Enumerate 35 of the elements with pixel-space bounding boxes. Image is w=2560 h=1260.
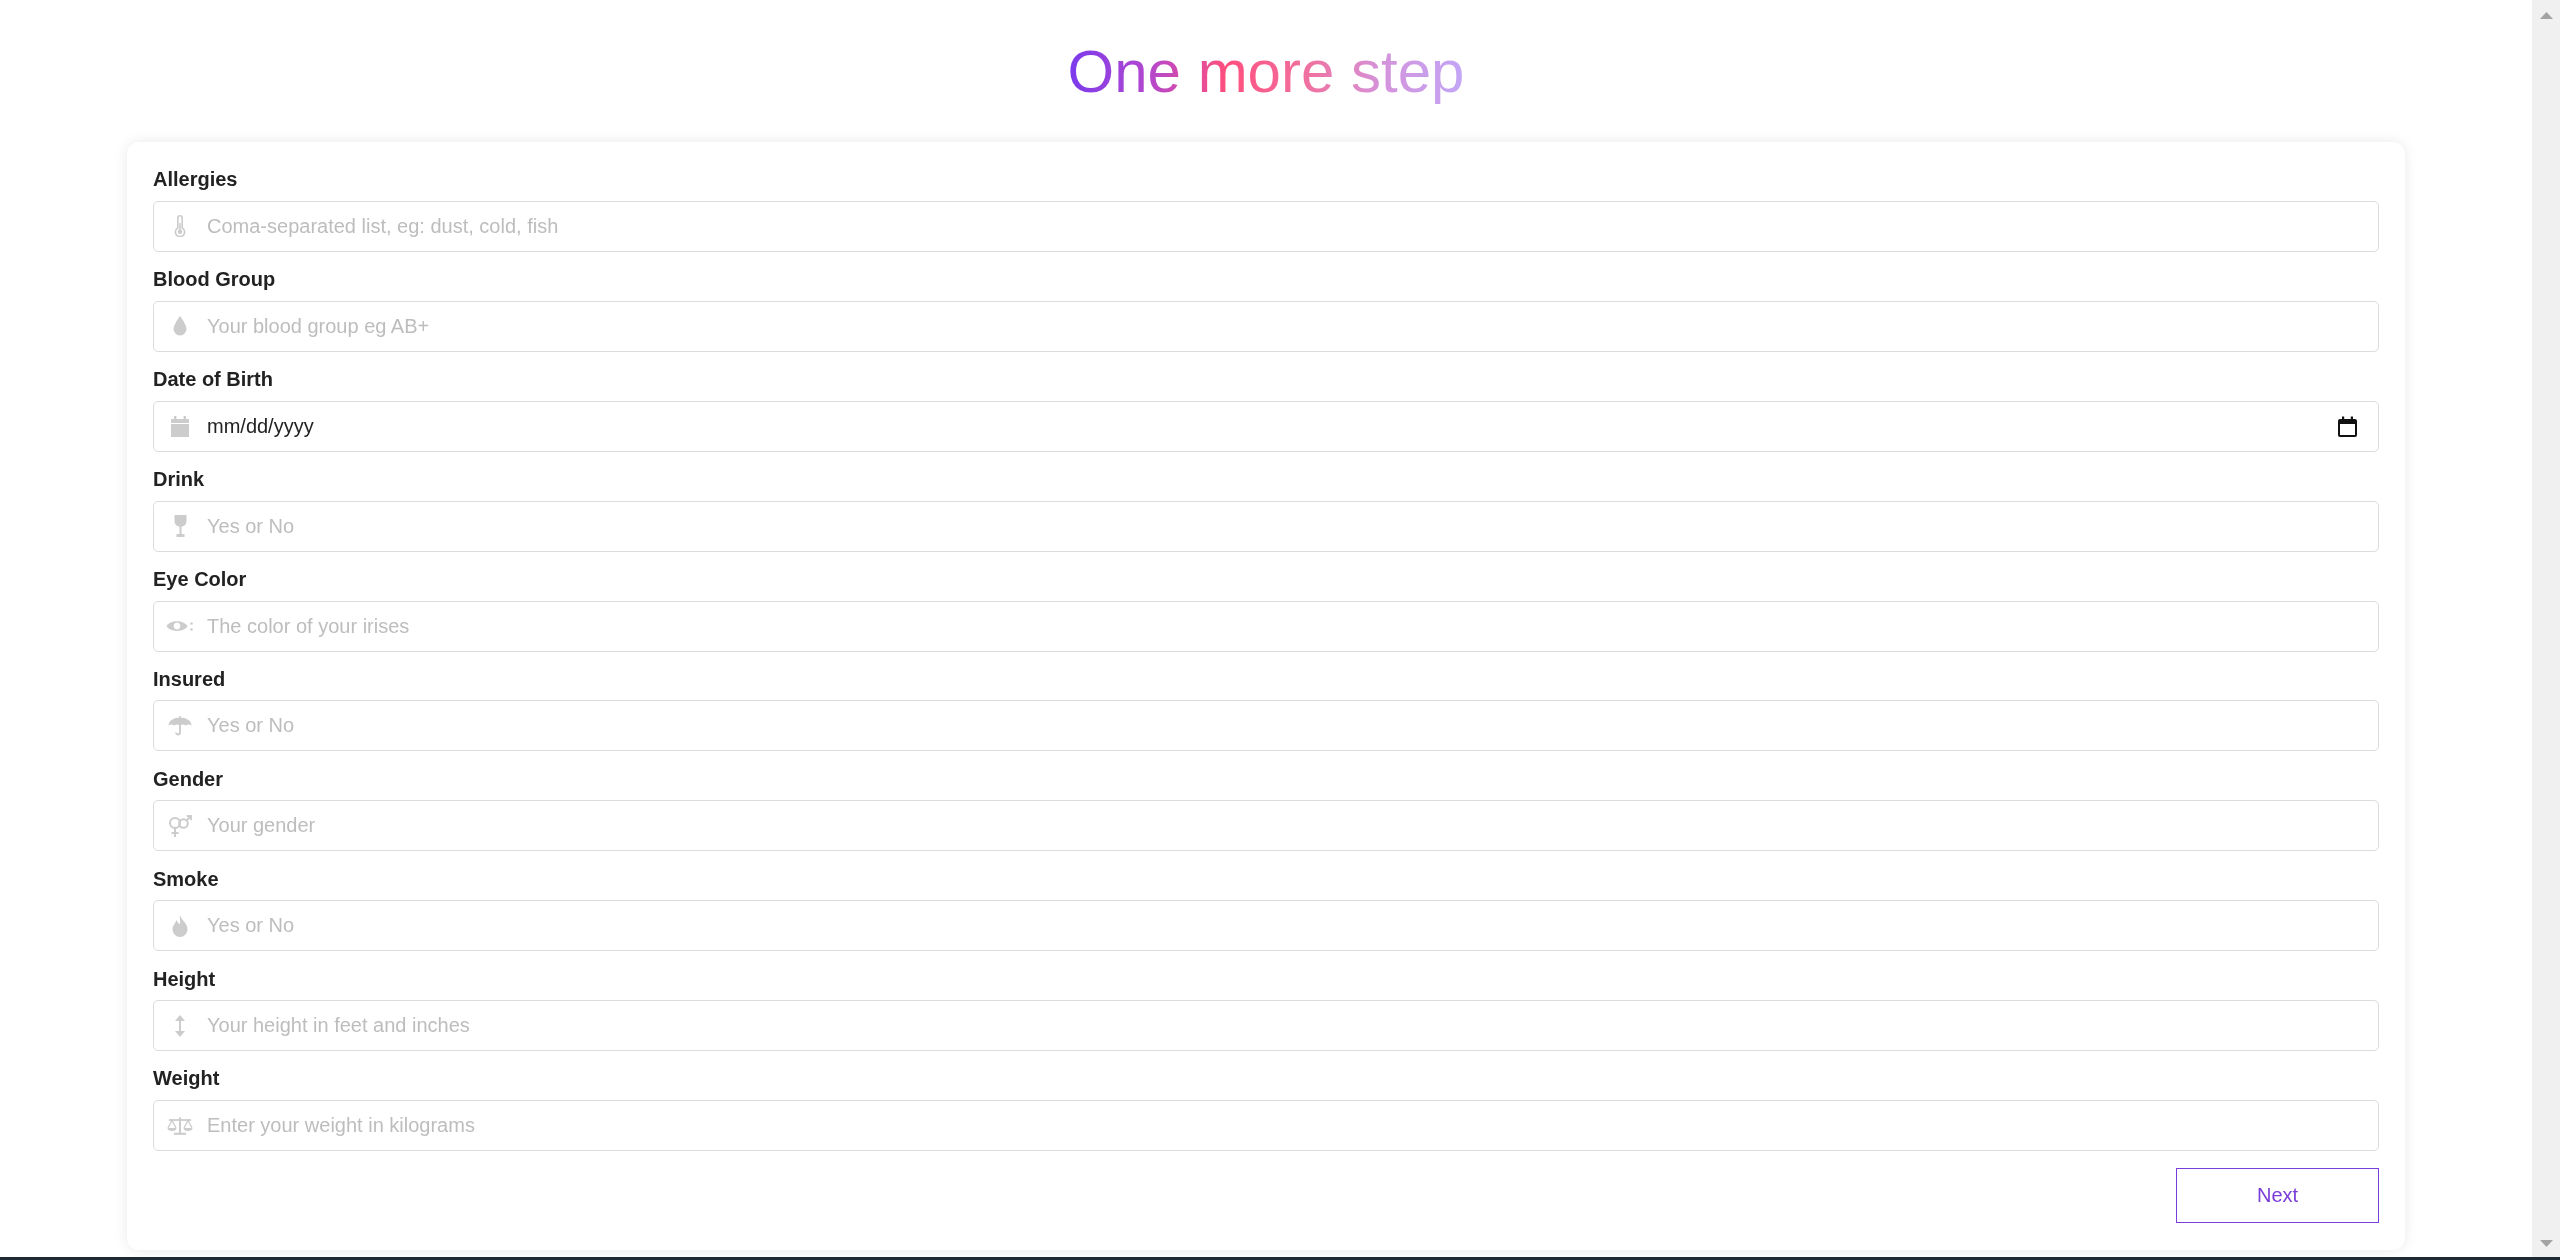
field-label: Date of Birth <box>153 367 273 393</box>
flame-icon <box>172 914 188 937</box>
text-field[interactable]: Yes or No <box>153 900 2379 952</box>
wine-glass-icon <box>173 515 187 538</box>
field-label: Drink <box>153 467 205 493</box>
scroll-down-icon[interactable] <box>2539 1240 2553 1247</box>
next-button[interactable]: Next <box>2176 1168 2379 1223</box>
vertical-arrows-icon <box>175 1014 185 1037</box>
text-field[interactable]: Your blood group eg AB+ <box>153 300 2379 352</box>
eye-icon <box>166 619 194 634</box>
scrollbar[interactable] <box>2532 0 2560 1257</box>
field-label: Insured <box>153 666 226 692</box>
umbrella-icon <box>168 715 192 736</box>
calendar-icon <box>171 415 189 437</box>
scroll-up-icon[interactable] <box>2539 12 2553 19</box>
text-field[interactable]: Your gender <box>153 800 2379 852</box>
field-label: Gender <box>153 766 224 792</box>
field-label: Blood Group <box>153 267 276 293</box>
field-label: Weight <box>153 1066 220 1092</box>
text-field[interactable]: Yes or No <box>153 500 2379 552</box>
drop-icon <box>173 316 187 337</box>
field-label: Smoke <box>153 866 219 892</box>
balance-scale-icon <box>167 1116 193 1135</box>
calendar-icon[interactable] <box>2338 415 2357 437</box>
date-field[interactable]: mm/dd/yyyy <box>153 400 2379 452</box>
thermometer-icon <box>174 215 186 238</box>
text-field[interactable]: Yes or No <box>153 700 2379 752</box>
text-field[interactable]: Coma-separated list, eg: dust, cold, fish <box>153 201 2379 252</box>
field-label: Eye Color <box>153 566 247 592</box>
text-field[interactable]: Your height in feet and inches <box>153 1000 2379 1052</box>
text-field[interactable]: Enter your weight in kilograms <box>153 1100 2379 1151</box>
field-label: Height <box>153 966 216 992</box>
text-field[interactable]: The color of your irises <box>153 600 2379 652</box>
field-label: Allergies <box>153 167 238 193</box>
gender-symbol-icon <box>168 814 192 837</box>
